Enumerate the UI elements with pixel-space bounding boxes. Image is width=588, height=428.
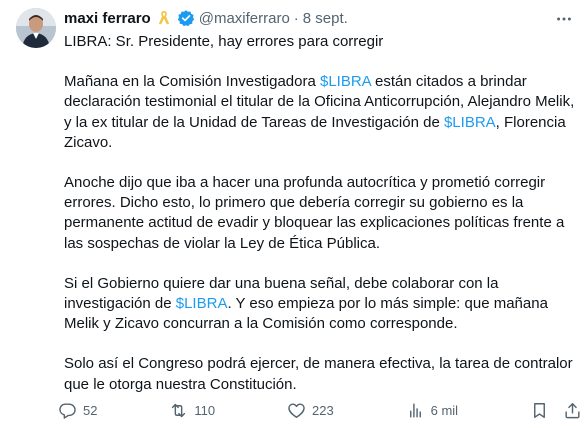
tweet-headline: LIBRA: Sr. Presidente, hay errores para … <box>64 33 384 50</box>
separator-dot: · <box>293 9 299 27</box>
tweet-body: LIBRA: Sr. Presidente, hay errores para … <box>64 32 576 415</box>
verified-badge-icon[interactable] <box>177 9 195 27</box>
bookmark-button[interactable] <box>530 401 549 420</box>
tweet-paragraph-2: Anoche dijo que iba a hacer una profunda… <box>64 174 569 252</box>
yellow-ribbon-icon <box>155 9 173 27</box>
cashtag-link[interactable]: $LIBRA <box>176 295 228 312</box>
cashtag-link[interactable]: $LIBRA <box>444 114 496 131</box>
reply-icon <box>59 402 76 419</box>
text-segment: Mañana en la Comisión Investigadora <box>64 73 320 91</box>
views-button[interactable]: 6 mil <box>406 401 458 420</box>
display-name[interactable]: maxi ferraro <box>64 10 151 27</box>
like-count: 223 <box>312 402 334 418</box>
share-icon <box>565 402 580 418</box>
share-button[interactable] <box>563 401 582 420</box>
bookmark-icon <box>534 402 545 418</box>
tweet-paragraph-3: Si el Gobierno quiere dar una buena seña… <box>64 274 576 335</box>
avatar[interactable] <box>16 8 56 48</box>
views-chart-icon <box>409 402 421 418</box>
repost-count: 110 <box>194 402 216 418</box>
repost-button[interactable]: 110 <box>169 401 215 420</box>
tweet-header: maxi ferraro @maxiferraro · 8 sept. <box>64 8 348 28</box>
reply-button[interactable]: 52 <box>58 401 97 420</box>
like-button[interactable]: 223 <box>287 401 334 420</box>
cashtag-link[interactable]: $LIBRA <box>320 73 371 90</box>
views-count: 6 mil <box>430 402 459 418</box>
more-options-icon[interactable] <box>554 9 574 29</box>
right-actions <box>530 401 582 420</box>
heart-icon <box>288 402 305 418</box>
repost-icon <box>172 403 186 417</box>
tweet-paragraph-1: Mañana en la Comisión Investigadora $LIB… <box>64 72 576 153</box>
reply-count: 52 <box>83 402 98 418</box>
action-bar: 52 110 223 6 mil <box>58 398 582 422</box>
tweet-paragraph-4: Solo así el Congreso podrá ejercer, de m… <box>64 355 577 393</box>
post-date[interactable]: 8 sept. <box>303 10 348 27</box>
user-handle[interactable]: @maxiferraro <box>199 10 290 27</box>
